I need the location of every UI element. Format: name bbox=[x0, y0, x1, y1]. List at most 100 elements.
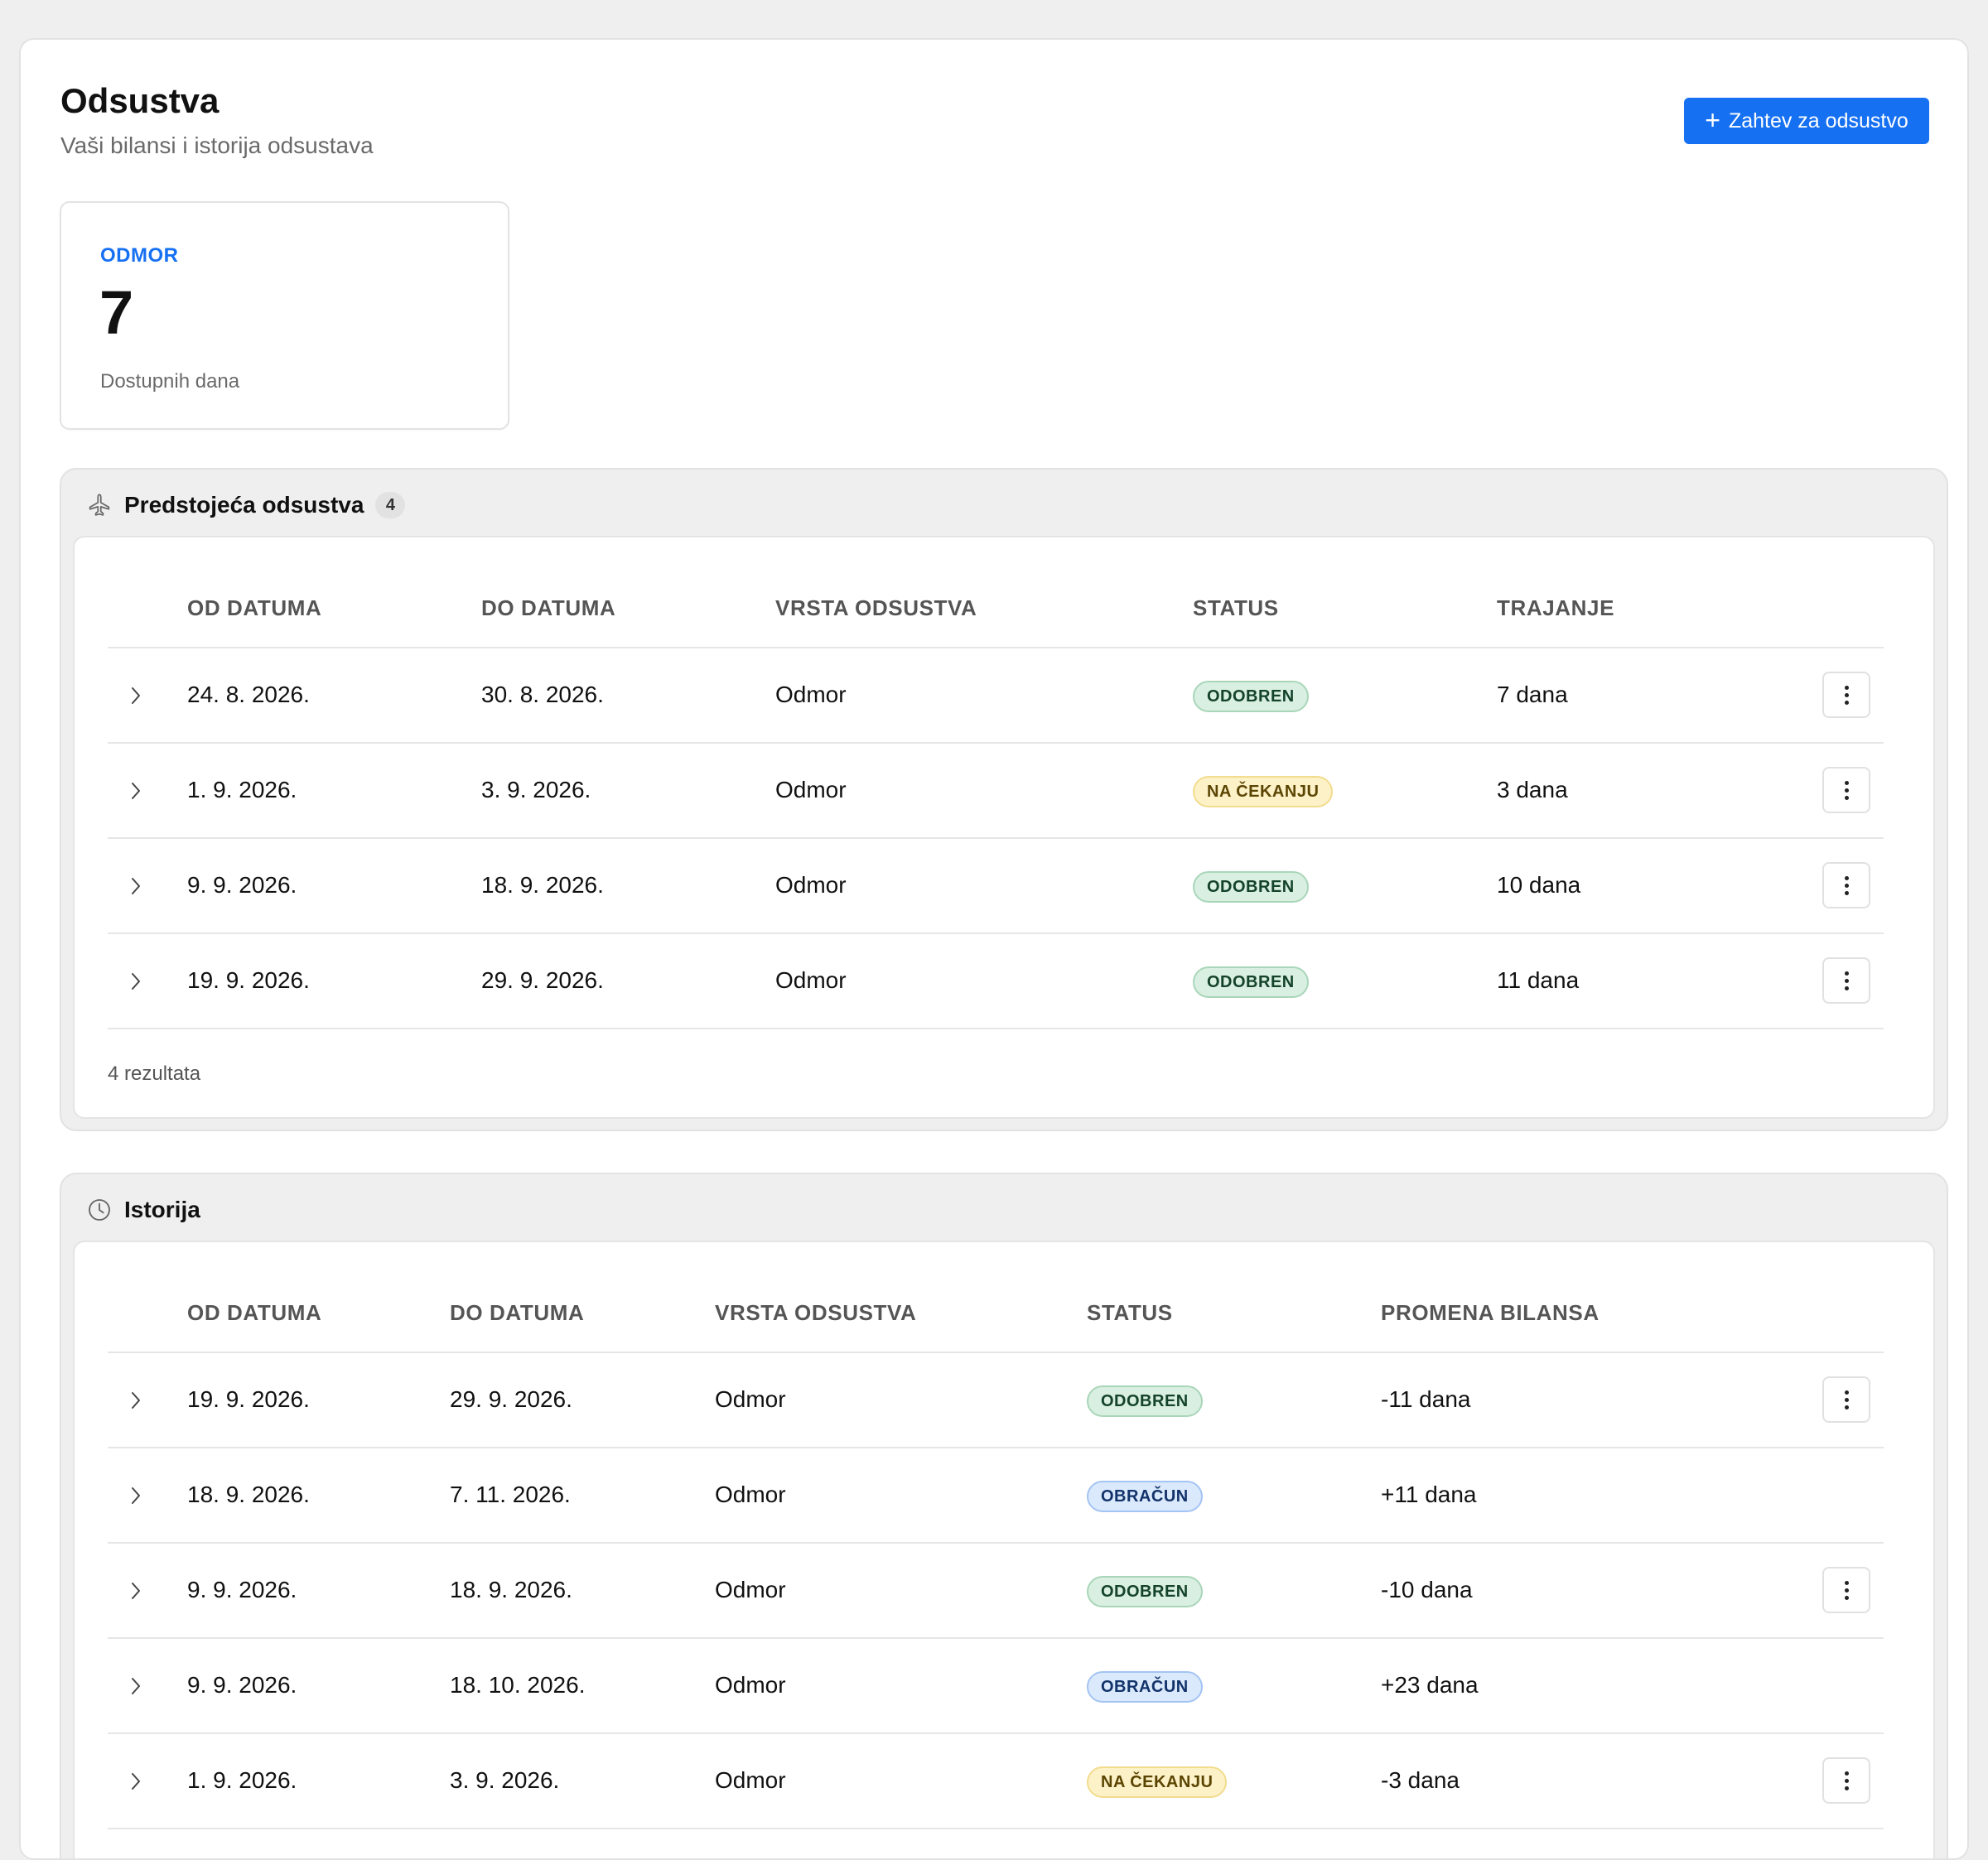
upcoming-title: Predstojeća odsustva bbox=[124, 492, 364, 518]
row-menu-button[interactable] bbox=[1822, 862, 1870, 908]
upcoming-header: Predstojeća odsustva 4 bbox=[86, 488, 406, 523]
table-row[interactable]: 18. 9. 2026. 7. 11. 2026. Odmor OBRAČUN +11 … bbox=[108, 1448, 1884, 1544]
row-menu-button[interactable] bbox=[1822, 957, 1870, 1004]
cell-to-date: 18. 9. 2026. bbox=[450, 1577, 572, 1602]
table-row[interactable]: 9. 9. 2026. 18. 10. 2026. Odmor OBRAČUN +23 … bbox=[108, 1639, 1884, 1734]
cell-to-date: 3. 9. 2026. bbox=[450, 1767, 560, 1793]
chevron-right-icon[interactable] bbox=[124, 1767, 147, 1795]
chevron-right-icon[interactable] bbox=[124, 872, 147, 900]
balance-label: Dostupnih dana bbox=[100, 370, 240, 393]
history-section: Istorija OD DATUMA DO DATUMA VRSTA ODSUS… bbox=[60, 1173, 1948, 1858]
status-badge: ODOBREN bbox=[1193, 871, 1309, 903]
cell-from-date: 19. 9. 2026. bbox=[187, 1386, 310, 1412]
history-table-card: OD DATUMA DO DATUMA VRSTA ODSUSTVA STATU… bbox=[73, 1241, 1935, 1858]
kebab-menu-icon bbox=[1844, 978, 1849, 983]
history-table: OD DATUMA DO DATUMA VRSTA ODSUSTVA STATU… bbox=[108, 1242, 1884, 1829]
cell-to-date: 3. 9. 2026. bbox=[481, 777, 591, 802]
cell-leave-type: Odmor bbox=[775, 682, 847, 707]
column-header: PROMENA BILANSA bbox=[1381, 1300, 1600, 1325]
cell-from-date: 1. 9. 2026. bbox=[187, 1767, 297, 1793]
status-badge: OBRAČUN bbox=[1087, 1481, 1203, 1512]
cell-to-date: 29. 9. 2026. bbox=[481, 967, 604, 993]
cell-to-date: 29. 9. 2026. bbox=[450, 1386, 572, 1412]
kebab-menu-icon bbox=[1844, 1588, 1849, 1593]
row-menu-button[interactable] bbox=[1822, 1567, 1870, 1613]
status-badge: NA ČEKANJU bbox=[1193, 776, 1334, 807]
cell-balance-change: +23 dana bbox=[1381, 1672, 1479, 1698]
kebab-menu-icon bbox=[1844, 1397, 1849, 1402]
cell-from-date: 1. 9. 2026. bbox=[187, 777, 297, 802]
chevron-right-icon[interactable] bbox=[124, 1672, 147, 1700]
balance-type: ODMOR bbox=[100, 244, 179, 267]
balance-card: ODMOR 7 Dostupnih dana bbox=[60, 201, 509, 430]
cell-balance-change: -11 dana bbox=[1381, 1386, 1471, 1412]
status-badge: NA ČEKANJU bbox=[1087, 1766, 1228, 1798]
cell-leave-type: Odmor bbox=[775, 777, 847, 802]
chevron-right-icon[interactable] bbox=[124, 1577, 147, 1605]
column-header: VRSTA ODSUSTVA bbox=[715, 1300, 917, 1325]
request-leave-label: Zahtev za odsustvo bbox=[1728, 108, 1908, 133]
table-row[interactable]: 1. 9. 2026. 3. 9. 2026. Odmor NA ČEKANJU 3 d… bbox=[108, 744, 1884, 839]
column-header: DO DATUMA bbox=[481, 595, 616, 620]
kebab-menu-icon bbox=[1844, 692, 1849, 697]
chevron-right-icon[interactable] bbox=[124, 682, 147, 710]
status-badge: ODOBREN bbox=[1087, 1385, 1203, 1417]
cell-leave-type: Odmor bbox=[715, 1577, 786, 1602]
status-badge: ODOBREN bbox=[1193, 966, 1309, 998]
cell-from-date: 9. 9. 2026. bbox=[187, 872, 297, 898]
table-header: OD DATUMA DO DATUMA VRSTA ODSUSTVA STATU… bbox=[108, 1242, 1884, 1353]
kebab-menu-icon bbox=[1844, 1778, 1849, 1783]
table-row[interactable]: 9. 9. 2026. 18. 9. 2026. Odmor ODOBREN -10 d… bbox=[108, 1544, 1884, 1639]
history-header: Istorija bbox=[86, 1193, 200, 1227]
cell-to-date: 30. 8. 2026. bbox=[481, 682, 604, 707]
row-menu-button[interactable] bbox=[1822, 1757, 1870, 1804]
row-menu-button[interactable] bbox=[1822, 1376, 1870, 1423]
kebab-menu-icon bbox=[1844, 883, 1849, 888]
chevron-right-icon[interactable] bbox=[124, 967, 147, 995]
cell-to-date: 18. 10. 2026. bbox=[450, 1672, 586, 1698]
chevron-right-icon[interactable] bbox=[124, 1482, 147, 1510]
table-row[interactable]: 19. 9. 2026. 29. 9. 2026. Odmor ODOBREN 11 d… bbox=[108, 934, 1884, 1029]
table-row[interactable]: 24. 8. 2026. 30. 8. 2026. Odmor ODOBREN 7 da… bbox=[108, 648, 1884, 744]
kebab-menu-icon bbox=[1844, 788, 1849, 793]
airplane-icon bbox=[89, 494, 110, 516]
upcoming-table: OD DATUMA DO DATUMA VRSTA ODSUSTVA STATU… bbox=[108, 537, 1884, 1029]
cell-leave-type: Odmor bbox=[715, 1482, 786, 1507]
cell-to-date: 7. 11. 2026. bbox=[450, 1482, 571, 1507]
column-header: DO DATUMA bbox=[450, 1300, 585, 1325]
upcoming-count-badge: 4 bbox=[375, 492, 406, 518]
cell-from-date: 9. 9. 2026. bbox=[187, 1577, 297, 1602]
table-row[interactable]: 19. 9. 2026. 29. 9. 2026. Odmor ODOBREN -11 … bbox=[108, 1353, 1884, 1448]
table-row[interactable]: 1. 9. 2026. 3. 9. 2026. Odmor NA ČEKANJU -3 … bbox=[108, 1734, 1884, 1829]
column-header: TRAJANJE bbox=[1497, 595, 1615, 620]
cell-leave-type: Odmor bbox=[715, 1386, 786, 1412]
column-header: STATUS bbox=[1193, 595, 1279, 620]
status-badge: ODOBREN bbox=[1087, 1576, 1203, 1607]
cell-leave-type: Odmor bbox=[775, 967, 847, 993]
cell-from-date: 19. 9. 2026. bbox=[187, 967, 310, 993]
cell-leave-type: Odmor bbox=[715, 1767, 786, 1793]
column-header: OD DATUMA bbox=[187, 1300, 322, 1325]
status-badge: OBRAČUN bbox=[1087, 1671, 1203, 1703]
cell-balance-change: +11 dana bbox=[1381, 1482, 1477, 1507]
cell-duration: 10 dana bbox=[1497, 872, 1581, 898]
chevron-right-icon[interactable] bbox=[124, 1386, 147, 1414]
cell-leave-type: Odmor bbox=[715, 1672, 786, 1698]
table-header: OD DATUMA DO DATUMA VRSTA ODSUSTVA STATU… bbox=[108, 537, 1884, 648]
balance-value: 7 bbox=[99, 278, 134, 347]
request-leave-button[interactable]: + Zahtev za odsustvo bbox=[1684, 98, 1929, 144]
row-menu-button[interactable] bbox=[1822, 672, 1870, 718]
cell-duration: 3 dana bbox=[1497, 777, 1568, 802]
chevron-right-icon[interactable] bbox=[124, 777, 147, 805]
column-header: OD DATUMA bbox=[187, 595, 322, 620]
history-title: Istorija bbox=[124, 1197, 200, 1222]
cell-balance-change: -10 dana bbox=[1381, 1577, 1473, 1602]
cell-from-date: 18. 9. 2026. bbox=[187, 1482, 310, 1507]
plus-icon: + bbox=[1705, 104, 1720, 135]
cell-from-date: 24. 8. 2026. bbox=[187, 682, 310, 707]
row-menu-button[interactable] bbox=[1822, 767, 1870, 813]
cell-leave-type: Odmor bbox=[775, 872, 847, 898]
cell-balance-change: -3 dana bbox=[1381, 1767, 1460, 1793]
table-row[interactable]: 9. 9. 2026. 18. 9. 2026. Odmor ODOBREN 10 da… bbox=[108, 839, 1884, 934]
cell-from-date: 9. 9. 2026. bbox=[187, 1672, 297, 1698]
